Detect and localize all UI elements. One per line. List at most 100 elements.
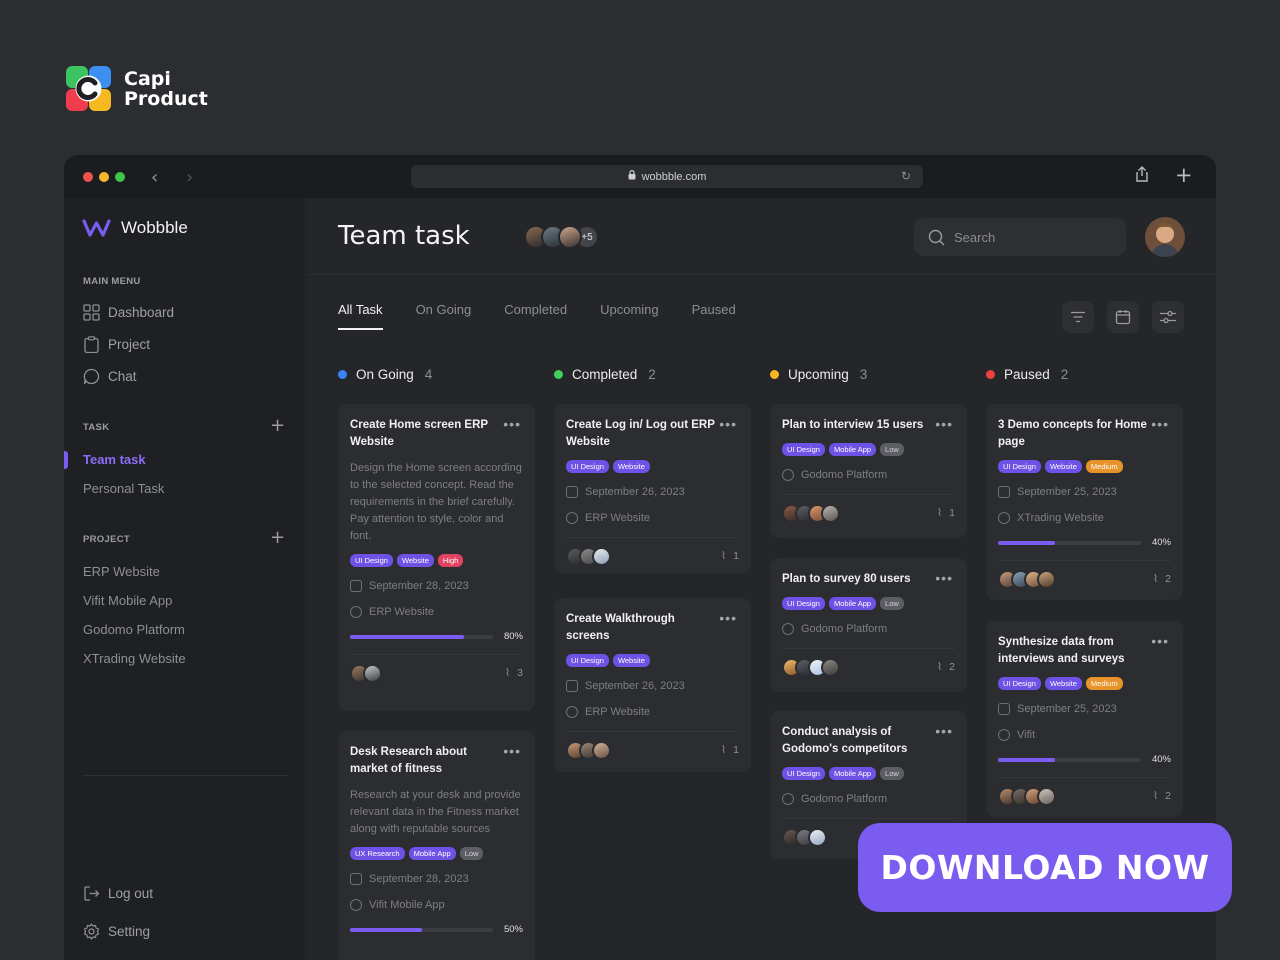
forward-arrow-icon[interactable]: › [186,167,193,188]
tag: UI Design [782,443,825,456]
more-options-icon[interactable]: ••• [1151,633,1169,649]
task-card[interactable]: Plan to interview 15 users ••• UI Design… [770,404,967,538]
task-card[interactable]: Plan to survey 80 users ••• UI Design Mo… [770,558,967,692]
attachments[interactable]: ⌇ 3 [505,667,523,679]
assignees[interactable] [782,657,840,677]
minimize-dot[interactable] [99,172,109,182]
tab-on-going[interactable]: On Going [416,302,472,330]
setting-button[interactable]: Setting [83,923,150,940]
task-card[interactable]: Desk Research about market of fitness ••… [338,731,535,960]
more-options-icon[interactable]: ••• [935,416,953,432]
sidebar-item-project-xtrading[interactable]: XTrading Website [83,651,186,666]
settings-sliders-button[interactable] [1152,301,1184,333]
card-title: Create Home screen ERP Website [350,419,488,448]
calendar-icon [566,485,578,498]
new-tab-icon[interactable]: + [1175,163,1193,187]
sidebar-item-project-erp[interactable]: ERP Website [83,564,160,579]
capi-brand: Capi Product [66,66,208,111]
tab-completed[interactable]: Completed [504,302,567,330]
project-icon [350,605,362,618]
tag: Website [612,460,650,473]
more-options-icon[interactable]: ••• [503,743,521,759]
attachments[interactable]: ⌇ 1 [721,550,739,562]
assignees[interactable] [998,569,1056,589]
reload-icon[interactable]: ↻ [901,169,911,183]
app-logo[interactable]: Wobbble [82,218,188,238]
more-options-icon[interactable]: ••• [935,570,953,586]
avatar [592,740,611,760]
tag: Mobile App [828,597,877,610]
priority-tag: High [437,554,464,567]
task-card[interactable]: 3 Demo concepts for Home page ••• UI Des… [986,404,1183,600]
calendar-button[interactable] [1107,301,1139,333]
sidebar-item-project-godomo[interactable]: Godomo Platform [83,622,185,637]
attachments[interactable]: ⌇ 1 [937,507,955,519]
card-date: September 26, 2023 [585,679,685,692]
tab-all-task[interactable]: All Task [338,302,383,330]
assignees[interactable] [566,546,611,566]
more-options-icon[interactable]: ••• [935,723,953,739]
back-arrow-icon[interactable]: ‹ [151,167,158,188]
paperclip-icon: ⌇ [1153,790,1159,802]
user-avatar[interactable] [1145,217,1185,257]
assignees[interactable] [998,786,1056,806]
page-header: Team task +5 Search [307,198,1216,275]
card-project: Vifit [1017,728,1036,741]
card-date: September 28, 2023 [369,579,469,592]
attachments[interactable]: ⌇ 2 [937,661,955,673]
more-options-icon[interactable]: ••• [719,610,737,626]
url-bar[interactable]: wobbble.com ↻ [411,165,923,188]
logout-button[interactable]: Log out [83,885,153,902]
tab-paused[interactable]: Paused [692,302,736,330]
maximize-dot[interactable] [115,172,125,182]
card-title: Synthesize data from interviews and surv… [998,636,1125,665]
dashboard-icon [83,304,100,321]
column-title: Completed [572,366,638,382]
task-card[interactable]: Create Home screen ERP Website ••• Desig… [338,404,535,711]
filter-button[interactable] [1062,301,1094,333]
project-icon [782,792,794,805]
more-options-icon[interactable]: ••• [719,416,737,432]
attachments[interactable]: ⌇ 2 [1153,790,1171,802]
team-members[interactable]: +5 [524,225,599,249]
menu-item-project[interactable]: Project [83,336,150,353]
search-input[interactable]: Search [914,218,1126,256]
progress-bar [998,757,1141,762]
attachments[interactable]: ⌇ 2 [1153,573,1171,585]
download-now-button[interactable]: DOWNLOAD NOW [858,823,1232,912]
tag: Mobile App [408,847,456,860]
main-menu-label: MAIN MENU [83,276,141,287]
menu-item-dashboard[interactable]: Dashboard [83,304,174,321]
priority-tag: Low [880,597,904,610]
column-on-going: On Going 4 [338,365,535,383]
card-project: ERP Website [585,511,651,524]
attachment-count: 1 [733,550,739,562]
sidebar-item-personal-task[interactable]: Personal Task [83,481,164,496]
assignees[interactable] [782,503,840,523]
add-project-icon[interactable]: + [270,527,285,548]
more-options-icon[interactable]: ••• [1151,416,1169,432]
card-title: Create Log in/ Log out ERP Website [566,419,715,448]
add-task-icon[interactable]: + [270,415,285,436]
more-options-icon[interactable]: ••• [503,416,521,432]
assignees[interactable] [566,740,611,760]
card-date: September 26, 2023 [585,485,685,498]
card-description: Research at your desk and provide releva… [350,789,521,835]
status-dot [770,369,779,379]
attachments[interactable]: ⌇ 1 [721,744,739,756]
avatar [363,663,382,683]
task-card[interactable]: Synthesize data from interviews and surv… [986,621,1183,817]
project-section-label: PROJECT [83,534,130,545]
tab-upcoming[interactable]: Upcoming [600,302,659,330]
paperclip-icon: ⌇ [721,550,727,562]
task-card[interactable]: Create Log in/ Log out ERP Website ••• U… [554,404,751,573]
menu-item-chat[interactable]: Chat [83,368,137,385]
assignees[interactable] [350,663,382,683]
sidebar-item-team-task[interactable]: Team task [83,452,146,467]
assignees[interactable] [782,827,827,847]
card-title: Plan to survey 80 users [782,573,911,585]
close-dot[interactable] [83,172,93,182]
share-icon[interactable] [1135,166,1149,187]
sidebar-item-project-vifit[interactable]: Vifit Mobile App [83,593,172,608]
task-card[interactable]: Create Walkthrough screens ••• UI Design… [554,598,751,772]
